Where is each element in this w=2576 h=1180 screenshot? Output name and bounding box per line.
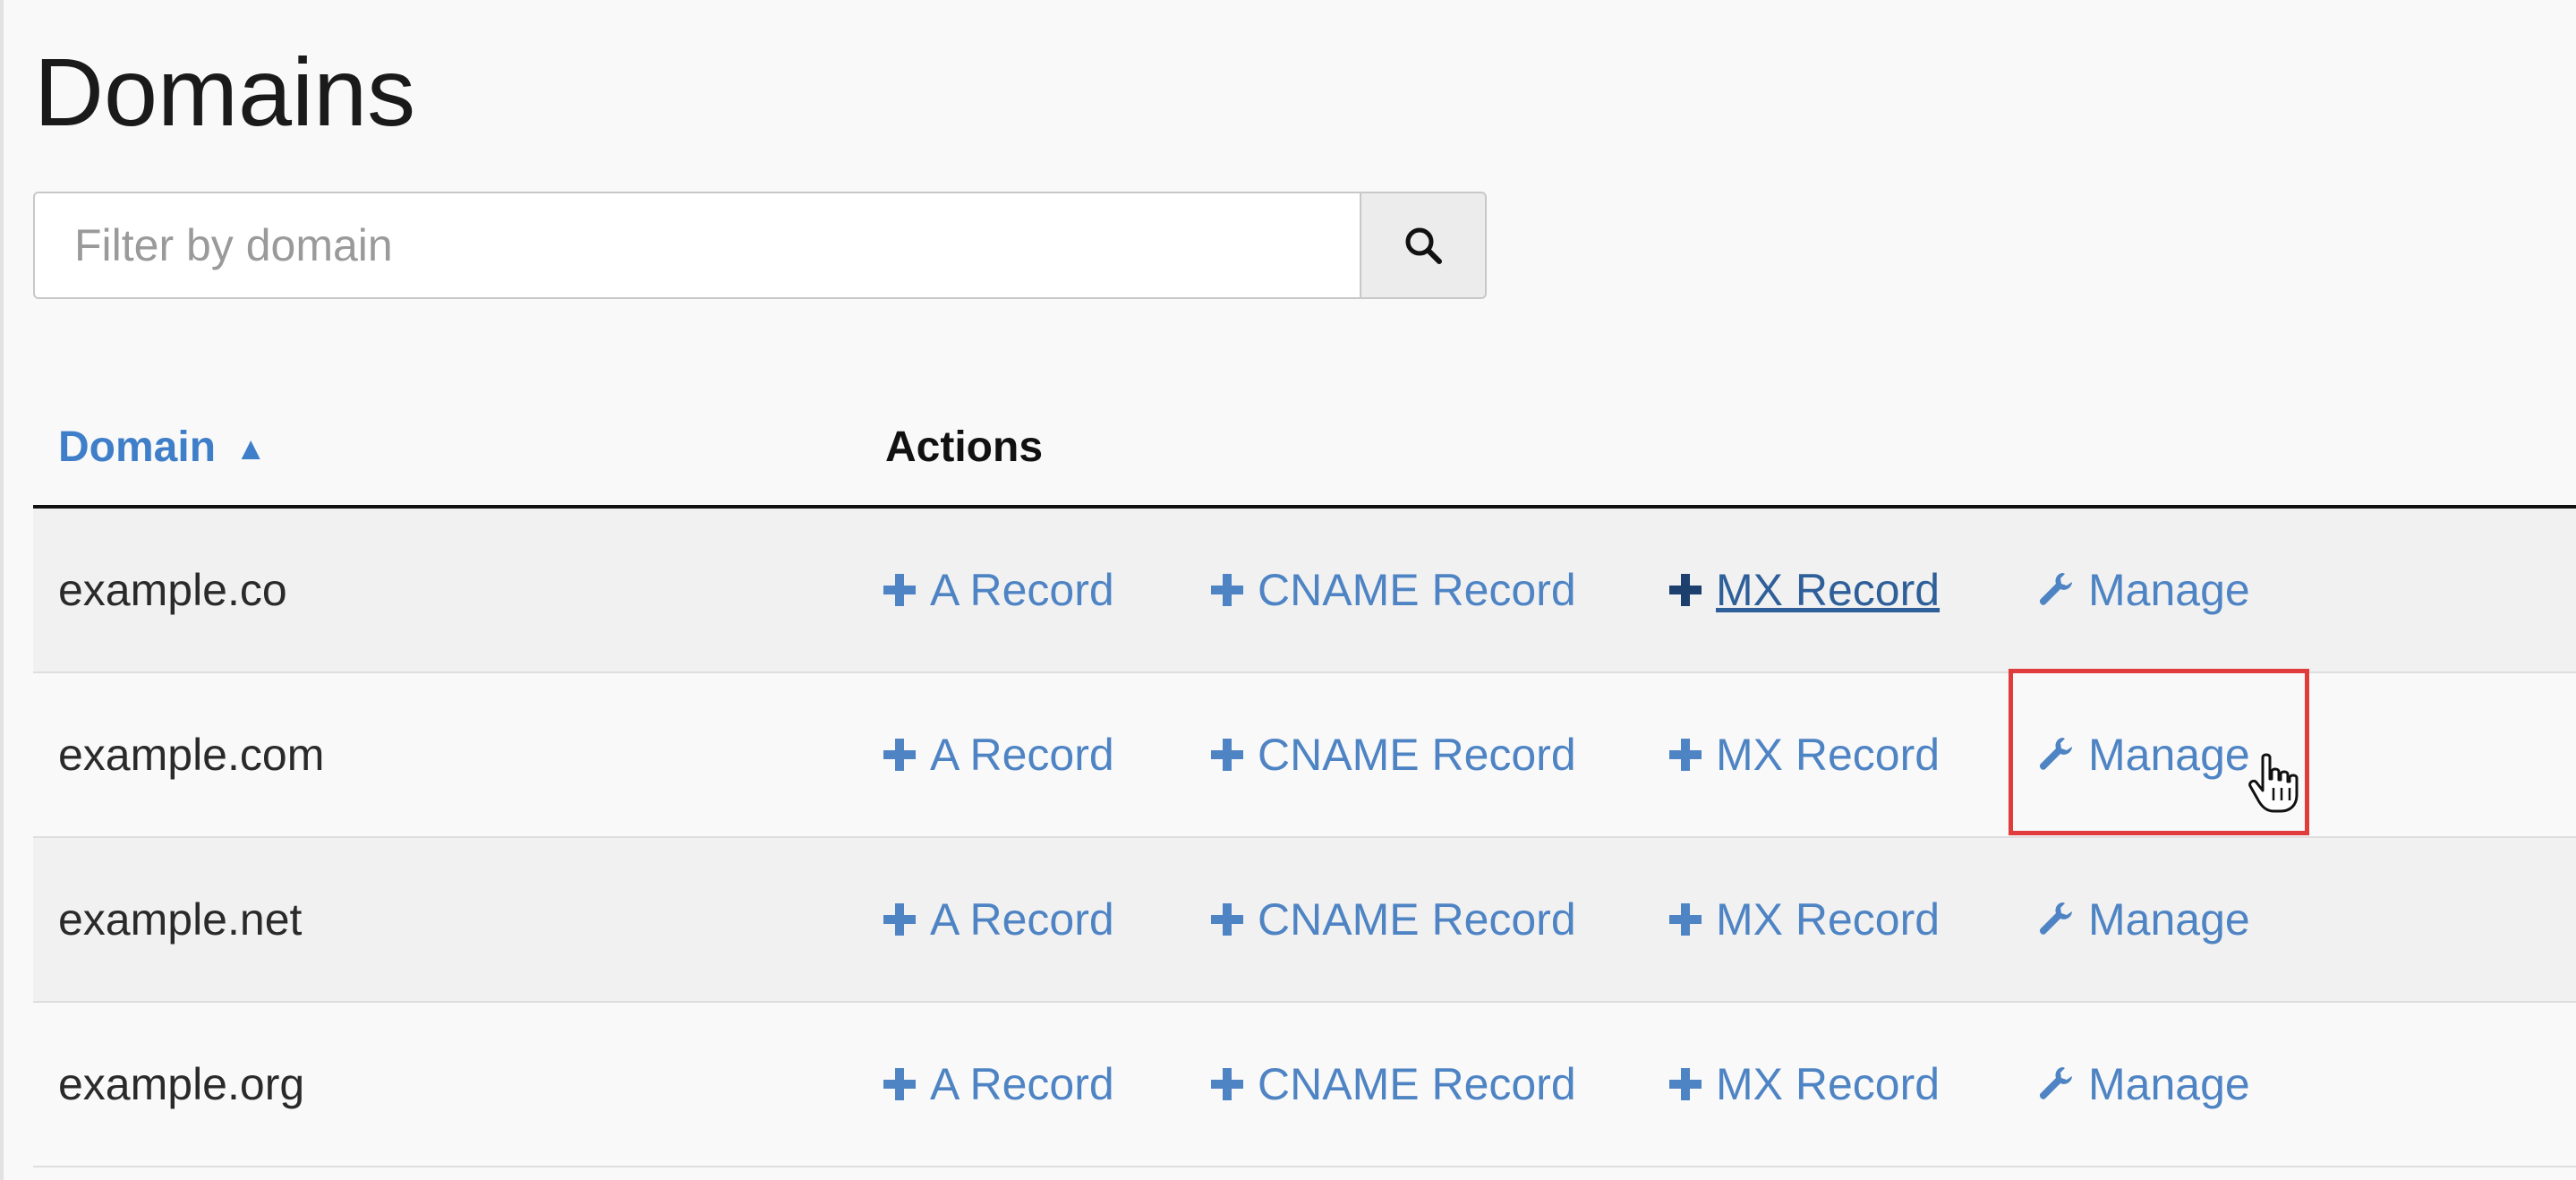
add-a-record-label: A Record [930,894,1114,945]
add-mx-record-label: MX Record [1716,1059,1941,1109]
domain-column-label: Domain [58,423,217,471]
add-cname-record-label: CNAME Record [1258,894,1576,945]
table-row: example.com A Record CNAME Record MX Record… [33,673,2576,838]
plus-icon [1209,737,1245,773]
add-mx-record-link[interactable]: MX Record [1668,1003,1940,1166]
page-title: Domains [34,38,416,146]
search-button[interactable] [1360,192,1487,299]
domain-name: example.co [58,565,287,615]
add-a-record-label: A Record [930,1059,1114,1109]
manage-label: Manage [2088,565,2250,615]
add-mx-record-link[interactable]: MX Record [1668,838,1940,1001]
page: Domains Domain ▲ Actions example.co A Rec… [0,0,2576,1180]
plus-icon [1668,902,1703,937]
add-cname-record-link[interactable]: CNAME Record [1209,1003,1576,1166]
manage-link[interactable]: Manage [2036,673,2250,836]
add-mx-record-label: MX Record [1716,565,1941,615]
add-cname-record-label: CNAME Record [1258,1059,1576,1109]
add-cname-record-link[interactable]: CNAME Record [1209,509,1576,671]
search-group [33,192,1487,299]
plus-icon [1668,1066,1703,1102]
plus-icon [882,902,917,937]
manage-link[interactable]: Manage [2036,1003,2250,1166]
search-input[interactable] [33,192,1360,299]
plus-icon [882,572,917,608]
domains-table: Domain ▲ Actions example.co A Record CNAME… [33,394,2576,1167]
wrench-icon [2036,1064,2077,1105]
manage-label: Manage [2088,1059,2250,1109]
left-edge-divider [0,0,4,1180]
add-mx-record-label: MX Record [1716,894,1941,945]
add-cname-record-label: CNAME Record [1258,730,1576,780]
wrench-icon [2036,569,2077,611]
manage-label: Manage [2088,894,2250,945]
table-body: example.co A Record CNAME Record MX Record M… [33,509,2576,1167]
plus-icon [882,1066,917,1102]
wrench-icon [2036,734,2077,775]
add-cname-record-link[interactable]: CNAME Record [1209,838,1576,1001]
plus-icon [1668,737,1703,773]
add-cname-record-label: CNAME Record [1258,565,1576,615]
add-mx-record-label: MX Record [1716,730,1941,780]
add-mx-record-link[interactable]: MX Record [1668,673,1940,836]
manage-link[interactable]: Manage [2036,838,2250,1001]
add-a-record-link[interactable]: A Record [882,509,1114,671]
add-a-record-link[interactable]: A Record [882,838,1114,1001]
domain-name: example.org [58,1059,305,1109]
add-a-record-link[interactable]: A Record [882,1003,1114,1166]
table-row: example.co A Record CNAME Record MX Record M… [33,509,2576,673]
add-a-record-label: A Record [930,565,1114,615]
sort-ascending-icon: ▲ [235,430,267,466]
table-header: Domain ▲ Actions [33,394,2576,509]
search-icon [1403,225,1444,266]
plus-icon [1209,1066,1245,1102]
domain-name: example.com [58,730,325,780]
wrench-icon [2036,899,2077,940]
add-mx-record-link[interactable]: MX Record [1668,509,1940,671]
add-a-record-link[interactable]: A Record [882,673,1114,836]
plus-icon [1668,572,1703,608]
domain-name: example.net [58,894,303,945]
actions-column-header: Actions [885,423,1044,471]
table-row: example.net A Record CNAME Record MX Record… [33,838,2576,1003]
table-row: example.org A Record CNAME Record MX Record… [33,1003,2576,1167]
add-a-record-label: A Record [930,730,1114,780]
plus-icon [1209,572,1245,608]
manage-label: Manage [2088,730,2250,780]
plus-icon [882,737,917,773]
plus-icon [1209,902,1245,937]
add-cname-record-link[interactable]: CNAME Record [1209,673,1576,836]
manage-link[interactable]: Manage [2036,509,2250,671]
domain-column-header[interactable]: Domain ▲ [58,421,267,475]
